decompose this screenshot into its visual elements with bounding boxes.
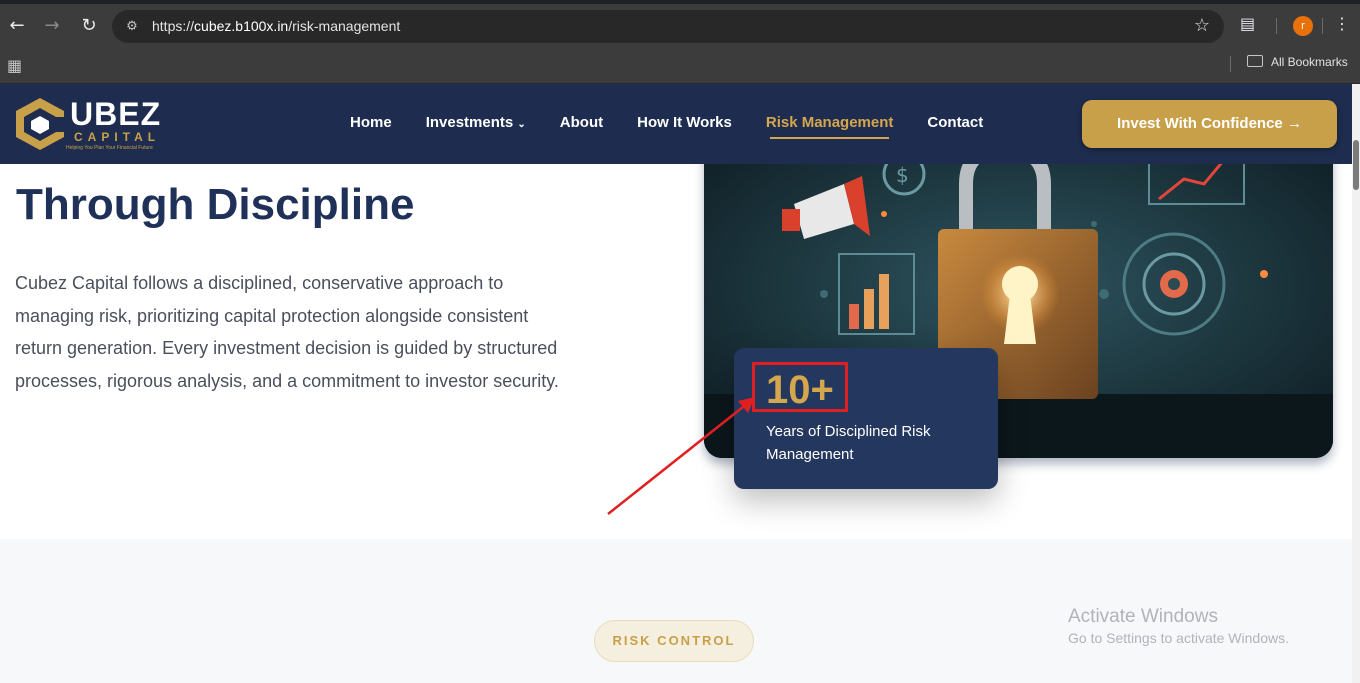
- svg-text:$: $: [896, 163, 909, 187]
- nav-risk-management[interactable]: Risk Management: [766, 114, 893, 139]
- url-text[interactable]: https://cubez.b100x.in/risk-management: [152, 18, 400, 34]
- hero-description: Cubez Capital follows a disciplined, con…: [15, 273, 559, 391]
- logo-wordmark: UBEZ: [70, 96, 162, 132]
- site-info-icon[interactable]: ⚙: [123, 18, 141, 36]
- nav-investments-label: Investments: [425, 114, 514, 131]
- chevron-down-icon: ⌄: [517, 119, 526, 130]
- site-header: UBEZ CAPITAL Helping You Plan Your Finan…: [0, 84, 1352, 164]
- logo-subtitle: CAPITAL: [74, 130, 161, 144]
- cta-label: Invest With Confidence: [1117, 115, 1283, 132]
- url-host: cubez.b100x.in: [194, 18, 289, 34]
- hero-title: Through Discipline: [16, 180, 415, 229]
- invest-cta-button[interactable]: Invest With Confidence →: [1082, 100, 1337, 148]
- address-bar[interactable]: ⚙ https://cubez.b100x.in/risk-management…: [112, 10, 1224, 43]
- stat-label: Years of Disciplined Risk Management: [766, 423, 931, 463]
- arrow-right-icon: →: [1286, 115, 1302, 132]
- apps-grid-icon[interactable]: ▦: [7, 56, 22, 75]
- cube-logo-icon: [16, 98, 66, 150]
- url-scheme: https://: [152, 18, 195, 34]
- reload-icon[interactable]: ↻: [77, 14, 101, 38]
- menu-kebab-icon[interactable]: ⋮: [1334, 14, 1350, 33]
- profile-avatar[interactable]: r: [1293, 16, 1313, 36]
- bookmarks-divider: [1230, 56, 1231, 72]
- logo-tagline: Helping You Plan Your Financial Future: [66, 145, 153, 151]
- activate-windows-subtitle: Go to Settings to activate Windows.: [1068, 630, 1289, 646]
- bookmark-star-icon[interactable]: ☆: [1194, 15, 1210, 36]
- section-badge: RISK CONTROL: [594, 620, 754, 662]
- folder-icon[interactable]: [1247, 55, 1263, 67]
- tab-strip-edge: [0, 0, 1360, 4]
- annotation-arrow-icon: [607, 397, 755, 515]
- browser-toolbar: ← → ↻ ⚙ https://cubez.b100x.in/risk-mana…: [0, 0, 1360, 52]
- url-path: /risk-management: [288, 18, 401, 34]
- back-icon[interactable]: ←: [5, 14, 29, 38]
- toolbar-divider: [1276, 18, 1277, 34]
- page-viewport: UBEZ CAPITAL Helping You Plan Your Finan…: [0, 84, 1360, 683]
- activate-windows-title: Activate Windows: [1068, 606, 1218, 627]
- nav-contact[interactable]: Contact: [927, 114, 983, 131]
- activate-windows-watermark: Activate Windows Go to Settings to activ…: [1068, 606, 1289, 646]
- forward-icon[interactable]: →: [40, 14, 64, 38]
- nav-home[interactable]: Home: [350, 114, 392, 131]
- toolbar-divider: [1322, 18, 1323, 34]
- nav-investments[interactable]: Investments ⌄: [426, 114, 526, 131]
- scrollbar-thumb[interactable]: [1353, 140, 1359, 190]
- annotation-highlight-box: [752, 362, 848, 412]
- nav-how-it-works[interactable]: How It Works: [637, 114, 732, 131]
- bookmarks-bar: ▦ All Bookmarks: [0, 52, 1360, 84]
- tab-search-icon[interactable]: ▤: [1240, 14, 1255, 33]
- nav-about[interactable]: About: [560, 114, 603, 131]
- main-nav: Home Investments ⌄ About How It Works Ri…: [350, 114, 983, 139]
- all-bookmarks-link[interactable]: All Bookmarks: [1271, 55, 1348, 69]
- site-logo[interactable]: UBEZ CAPITAL Helping You Plan Your Finan…: [12, 96, 172, 152]
